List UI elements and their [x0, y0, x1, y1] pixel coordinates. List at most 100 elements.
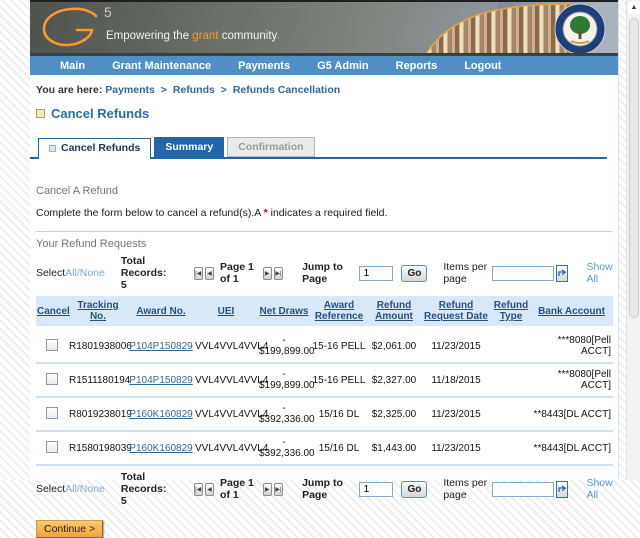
show-all-link[interactable]: Show All [586, 477, 613, 501]
nav-item-reports[interactable]: Reports [396, 60, 438, 72]
cell-uei: VVL4VVL4VVL4 [194, 431, 258, 465]
go-button[interactable]: Go [401, 265, 427, 282]
pagination-bottom: SelectAll/None Total Records: 5 |◀ ◀ Pag… [36, 471, 613, 507]
items-per-page-apply-icon[interactable] [556, 481, 568, 498]
previous-page-icon[interactable]: ◀ [205, 483, 214, 496]
g5-logo-g-swoosh [40, 6, 100, 50]
cancel-refund-section-title: Cancel A Refund [36, 185, 612, 197]
column-header-cancel[interactable]: Cancel [36, 296, 68, 328]
cell-award-reference: 15/16 DL [310, 397, 368, 431]
table-row: R1580198039 P160K160829 VVL4VVL4VVL4 - $… [36, 431, 613, 465]
tab-cancel-refunds-icon [49, 145, 56, 152]
last-page-icon[interactable]: ▶| [274, 267, 283, 280]
tab-cancel-refunds-label: Cancel Refunds [61, 142, 140, 154]
row-checkbox[interactable] [46, 407, 58, 419]
table-row: R1511180194 P104P150829 VVL4VVL4VVL4 - $… [36, 363, 613, 397]
column-header-award-no[interactable]: Award No. [128, 296, 194, 328]
select-none-link[interactable]: None [80, 483, 105, 495]
cell-tracking-no: R1511180194 [68, 363, 128, 397]
tagline-period: . [276, 30, 279, 42]
next-page-icon[interactable]: ▶ [263, 483, 272, 496]
g5-logo: 5 [40, 6, 150, 52]
cell-refund-amount: $1,443.00 [368, 431, 420, 465]
scrollbar-thumb[interactable] [629, 18, 639, 318]
cell-refund-type [492, 328, 530, 363]
column-header-refund-request-date[interactable]: Refund Request Date [420, 296, 492, 328]
previous-page-icon[interactable]: ◀ [205, 267, 214, 280]
show-all-link[interactable]: Show All [586, 261, 613, 285]
breadcrumb-separator: > [221, 84, 227, 96]
tab-cancel-refunds[interactable]: Cancel Refunds [38, 138, 151, 159]
first-page-icon[interactable]: |◀ [194, 267, 203, 280]
cell-award-reference: 15/16 DL [310, 431, 368, 465]
select-none-link[interactable]: None [80, 267, 105, 279]
cell-award-no-link[interactable]: P160K160829 [129, 409, 192, 420]
column-header-refund-type[interactable]: Refund Type [492, 296, 530, 328]
library-books-art [422, 2, 572, 55]
cell-tracking-no: R1801938006 [68, 328, 128, 363]
select-all-link[interactable]: All [65, 483, 77, 495]
items-per-page-input[interactable] [492, 266, 554, 281]
browser-page: f(x)∫(x,0)dx 5 [30, 0, 619, 480]
column-header-award-reference[interactable]: Award Reference [310, 296, 368, 328]
nav-item-logout[interactable]: Logout [464, 60, 501, 72]
cell-bank-account: **8443[DL ACCT] [530, 397, 613, 431]
tab-summary[interactable]: Summary [154, 137, 224, 157]
cell-request-date: 11/23/2015 [420, 328, 492, 363]
breadcrumb-separator: > [161, 84, 167, 96]
cell-award-no-link[interactable]: P104P150829 [129, 375, 192, 386]
cell-award-no-link[interactable]: P104P150829 [129, 341, 192, 352]
jump-to-page-label: Jump to Page [302, 261, 347, 285]
vertical-scrollbar[interactable]: ▲ [626, 0, 640, 480]
column-header-tracking-no[interactable]: Tracking No. [68, 296, 128, 328]
nav-item-payments[interactable]: Payments [238, 60, 290, 72]
nav-item-main[interactable]: Main [60, 60, 85, 72]
pagination-top: SelectAll/None Total Records: 5 |◀ ◀ Pag… [36, 255, 613, 291]
table-row: R8019238019 P160K160829 VVL4VVL4VVL4 - $… [36, 397, 613, 431]
column-header-uei[interactable]: UEI [194, 296, 258, 328]
go-button[interactable]: Go [401, 481, 427, 498]
nav-item-g5-admin[interactable]: G5 Admin [317, 60, 369, 72]
breadcrumb-link-payments[interactable]: Payments [105, 84, 155, 96]
row-checkbox[interactable] [46, 441, 58, 453]
items-per-page-label: Items per page [443, 477, 489, 501]
breadcrumb-link-refunds-cancellation[interactable]: Refunds Cancellation [233, 84, 340, 96]
tab-bar: Cancel Refunds Summary Confirmation [38, 137, 618, 157]
page-title-icon [36, 109, 45, 118]
main-navigation-bar: Main Grant Maintenance Payments G5 Admin… [30, 55, 618, 75]
column-header-net-draws[interactable]: Net Draws [258, 296, 310, 328]
next-page-icon[interactable]: ▶ [263, 267, 272, 280]
nav-item-grant-maintenance[interactable]: Grant Maintenance [112, 60, 211, 72]
row-checkbox[interactable] [46, 373, 58, 385]
items-per-page-label: Items per page [443, 261, 489, 285]
total-records: Total Records: 5 [121, 471, 175, 507]
desktop-background: { "brand": { "logo_sup": "5", "tagline_p… [0, 0, 640, 480]
app-banner: f(x)∫(x,0)dx 5 [30, 0, 618, 55]
tagline-suffix: community [219, 30, 277, 42]
first-page-icon[interactable]: |◀ [194, 483, 203, 496]
scrollbar-up-arrow-icon[interactable]: ▲ [628, 2, 640, 14]
row-checkbox[interactable] [46, 339, 58, 351]
cell-request-date: 11/18/2015 [420, 363, 492, 397]
continue-button[interactable]: Continue > [36, 520, 103, 538]
brand-tagline: Empowering the grant community. [106, 30, 280, 42]
cell-request-date: 11/23/2015 [420, 397, 492, 431]
cell-award-no-link[interactable]: P160K160829 [129, 443, 192, 454]
items-per-page-apply-icon[interactable] [556, 265, 568, 282]
column-header-bank-account[interactable]: Bank Account [530, 296, 613, 328]
page-title-row: Cancel Refunds [36, 106, 618, 121]
page-status: Page 1 of 1 [220, 261, 257, 285]
breadcrumb-link-refunds[interactable]: Refunds [173, 84, 215, 96]
department-of-education-seal [554, 3, 606, 55]
last-page-icon[interactable]: ▶| [274, 483, 283, 496]
jump-to-page-input[interactable] [359, 482, 393, 497]
tab-confirmation: Confirmation [227, 137, 314, 157]
cell-net-draws: - $199,899.00 [258, 328, 310, 363]
select-all-link[interactable]: All [65, 267, 77, 279]
jump-to-page-input[interactable] [359, 266, 393, 281]
items-per-page-input[interactable] [492, 482, 554, 497]
cell-refund-type [492, 363, 530, 397]
cell-refund-type [492, 397, 530, 431]
cell-tracking-no: R8019238019 [68, 397, 128, 431]
column-header-refund-amount[interactable]: Refund Amount [368, 296, 420, 328]
